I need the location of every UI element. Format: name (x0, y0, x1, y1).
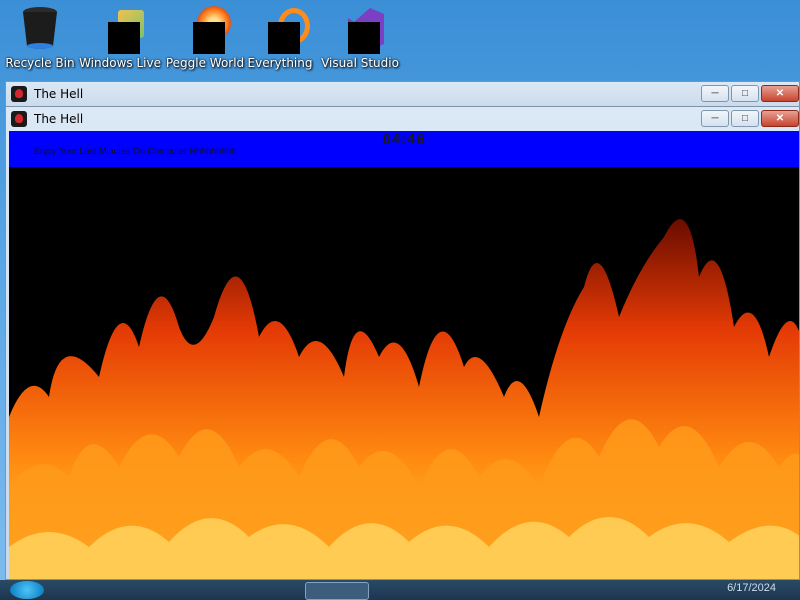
skull-app-icon (11, 111, 27, 127)
visual-studio-icon (340, 4, 384, 54)
header-banner: 04:46 Enjoy Your Last Minutes On Compute… (9, 131, 799, 167)
window-titlebar[interactable]: The Hell ─ □ ✕ (6, 82, 799, 106)
maximize-icon: □ (741, 113, 749, 124)
close-icon: ✕ (775, 88, 785, 99)
flames-image (9, 167, 799, 579)
app-window-main[interactable]: The Hell ─ □ ✕ 04:46 Enjoy Your Last Min… (5, 106, 800, 580)
minimize-button[interactable]: ─ (701, 110, 729, 127)
desktop-icon-everything[interactable]: Everything (242, 4, 318, 76)
window-title: The Hell (34, 87, 84, 101)
desktop-icon-label: Recycle Bin (5, 56, 75, 70)
desktop-icon-label: Visual Studio (321, 56, 399, 70)
window-title: The Hell (34, 112, 84, 126)
desktop-icon-windows-live[interactable]: Windows Live (79, 4, 161, 76)
taskbar: 6/17/2024 (0, 580, 800, 600)
taskbar-app-button[interactable] (305, 582, 369, 600)
minimize-icon: ─ (711, 88, 719, 99)
skull-app-icon (11, 86, 27, 102)
warning-message: Enjoy Your Last Minutes On Computer Hhhh… (34, 146, 237, 156)
taskbar-date: 6/17/2024 (727, 582, 776, 594)
desktop-icon-visual-studio[interactable]: Visual Studio (321, 4, 399, 76)
desktop-icon-label: Everything (247, 56, 313, 70)
maximize-icon: □ (741, 88, 749, 99)
desktop-icon-peggle-world[interactable]: Peggle World (165, 4, 245, 76)
close-icon: ✕ (775, 113, 785, 124)
window-content: 04:46 Enjoy Your Last Minutes On Compute… (9, 131, 799, 579)
peggle-world-icon (185, 4, 231, 54)
minimize-icon: ─ (711, 113, 719, 124)
minimize-button[interactable]: ─ (701, 85, 729, 102)
desktop-icon-recycle-bin[interactable]: Recycle Bin (2, 4, 78, 76)
window-controls: ─ □ ✕ (699, 85, 799, 102)
maximize-button[interactable]: □ (731, 110, 759, 127)
window-controls: ─ □ ✕ (699, 110, 799, 127)
recycle-bin-icon (20, 4, 60, 52)
desktop-icon-label: Windows Live (79, 56, 161, 70)
windows-live-icon (100, 4, 144, 54)
close-button[interactable]: ✕ (761, 85, 799, 102)
everything-icon (260, 4, 310, 54)
close-button[interactable]: ✕ (761, 110, 799, 127)
maximize-button[interactable]: □ (731, 85, 759, 102)
desktop-icon-label: Peggle World (165, 56, 245, 70)
window-titlebar[interactable]: The Hell ─ □ ✕ (6, 107, 799, 131)
start-button[interactable] (10, 581, 44, 599)
